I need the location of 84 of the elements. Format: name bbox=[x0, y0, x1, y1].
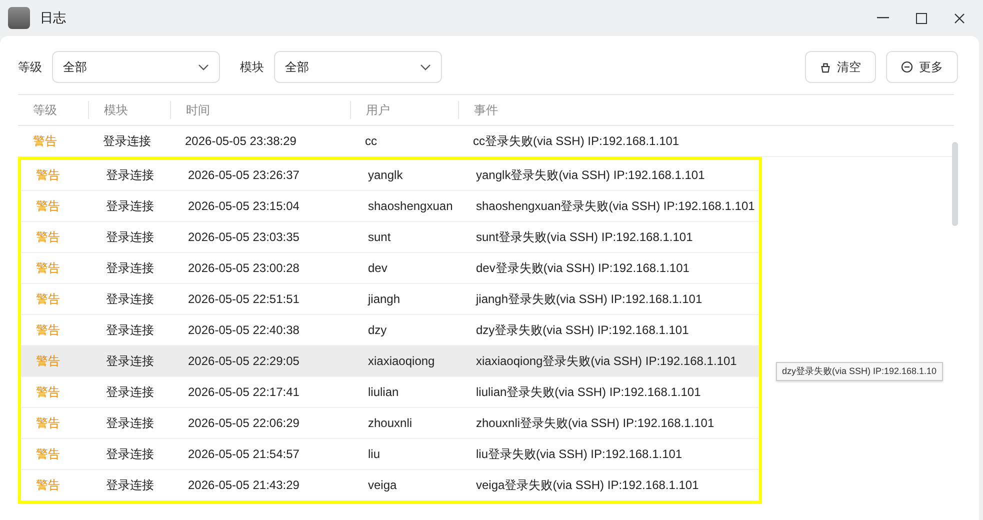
column-header: 模块 bbox=[88, 101, 170, 119]
table-cell-text: 2026-05-05 22:40:38 bbox=[187, 323, 300, 337]
app-logo-icon bbox=[8, 7, 30, 29]
table-cell-text: 警告 bbox=[35, 322, 61, 338]
table-cell-text: 警告 bbox=[35, 228, 61, 246]
table-cell-text: 2026-05-05 23:26:37 bbox=[187, 168, 300, 182]
column-header: 时间 bbox=[170, 101, 350, 119]
clear-button[interactable]: 清空 bbox=[805, 51, 876, 83]
table-cell-text: liu登录失败(via SSH) IP:192.168.1.101 bbox=[475, 446, 684, 462]
table-cell-text: liulian bbox=[367, 385, 400, 399]
table-cell-text: 登录连接 bbox=[102, 132, 152, 150]
table-cell-text: 警告 bbox=[35, 414, 61, 432]
table-cell-text: 警告 bbox=[35, 260, 61, 276]
filter-dropdown[interactable]: 全部 bbox=[274, 51, 442, 83]
chevron-down-icon bbox=[420, 64, 431, 70]
table-cell-text: 警告 bbox=[35, 476, 61, 494]
table-cell-text: sunt bbox=[367, 230, 392, 244]
scrollbar-thumb[interactable] bbox=[952, 142, 958, 226]
table-cell-text: 2026-05-05 23:38:29 bbox=[184, 134, 298, 148]
table-cell-text: 警告 bbox=[35, 384, 61, 400]
table-cell-text: dzy bbox=[367, 323, 388, 337]
chevron-down-icon bbox=[198, 64, 209, 70]
table-cell-text: 警告 bbox=[35, 166, 61, 184]
table-cell-text: zhouxnli bbox=[367, 416, 414, 430]
table-cell-text: 登录连接 bbox=[105, 198, 155, 214]
filter-label: 等级 bbox=[18, 58, 42, 76]
table-cell-text: 2026-05-05 22:06:29 bbox=[187, 416, 300, 430]
table-cell-text: zhouxnli登录失败(via SSH) IP:192.168.1.101 bbox=[475, 414, 716, 432]
table-cell-text: cc登录失败(via SSH) IP:192.168.1.101 bbox=[472, 132, 680, 150]
table-cell-text: 警告 bbox=[35, 198, 61, 214]
table-cell-text: 2026-05-05 22:29:05 bbox=[187, 354, 300, 368]
table-cell-text: shaoshengxuan bbox=[367, 199, 454, 213]
table-cell-text: liulian登录失败(via SSH) IP:192.168.1.101 bbox=[475, 384, 702, 400]
table-cell-text: 登录连接 bbox=[105, 352, 155, 370]
more-icon bbox=[901, 61, 913, 73]
table-cell-text: 2026-05-05 22:51:51 bbox=[187, 292, 300, 306]
table-cell-text: cc bbox=[364, 134, 378, 148]
close-icon bbox=[954, 12, 964, 24]
table-cell-text: 登录连接 bbox=[105, 446, 155, 462]
table-cell-text: jiangh bbox=[366, 292, 402, 306]
table-cell-text: jiangh登录失败(via SSH) IP:192.168.1.101 bbox=[474, 290, 704, 308]
table-cell-text: 登录连接 bbox=[105, 414, 155, 432]
table-row[interactable]: 警告 登录连接 2026-05-05 22:29:05 xiaxiaoqiong xiaxiaoqiong登录失败(via SSH) IP:192.168.1.101 bbox=[21, 346, 759, 377]
table-cell-text: 登录连接 bbox=[105, 384, 155, 400]
table-cell-text: 登录连接 bbox=[105, 476, 155, 494]
column-header: 等级 bbox=[32, 102, 58, 119]
maximize-button[interactable] bbox=[913, 10, 929, 26]
table-cell-text: 2026-05-05 21:43:29 bbox=[187, 478, 300, 492]
table-cell-text: 警告 bbox=[32, 132, 58, 150]
minimize-icon bbox=[877, 17, 889, 19]
table-cell-text: dev登录失败(via SSH) IP:192.168.1.101 bbox=[475, 260, 690, 276]
table-cell-text: 2026-05-05 23:03:35 bbox=[187, 230, 300, 244]
table-cell-text: 登录连接 bbox=[105, 290, 155, 308]
table-cell-text: veiga bbox=[367, 478, 398, 492]
maximize-icon bbox=[916, 12, 926, 24]
table-cell-text: 登录连接 bbox=[105, 260, 155, 276]
table-cell-text: xiaxiaoqiong登录失败(via SSH) IP:192.168.1.101 bbox=[475, 352, 738, 370]
table-cell-text: 2026-05-05 23:00:28 bbox=[187, 261, 300, 275]
table-cell-text: liu bbox=[367, 447, 382, 461]
tooltip: dzy登录失败(via SSH) IP:192.168.1.10 bbox=[776, 362, 943, 381]
column-header: 用户 bbox=[350, 101, 458, 119]
table-cell-text: shaoshengxuan登录失败(via SSH) IP:192.168.1.101 bbox=[475, 198, 756, 214]
table-cell-text: dev bbox=[367, 261, 388, 275]
table-cell-text: 2026-05-05 21:54:57 bbox=[187, 447, 300, 461]
table-cell-text: yanglk bbox=[367, 168, 404, 182]
column-header: 事件 bbox=[458, 101, 954, 119]
table-cell-text: 警告 bbox=[35, 446, 61, 462]
table-cell-text: 登录连接 bbox=[105, 322, 155, 338]
filter-dropdown[interactable]: 全部 bbox=[52, 51, 220, 83]
table-cell-text: yanglk登录失败(via SSH) IP:192.168.1.101 bbox=[475, 166, 706, 184]
table-cell-text: 2026-05-05 22:17:41 bbox=[187, 385, 300, 399]
table-cell-text: dzy登录失败(via SSH) IP:192.168.1.101 bbox=[475, 322, 690, 338]
table-cell-text: 2026-05-05 23:15:04 bbox=[187, 199, 300, 213]
more-button[interactable]: 更多 bbox=[886, 51, 958, 83]
table-cell-text: 登录连接 bbox=[105, 166, 155, 184]
basket-icon bbox=[820, 62, 831, 72]
table-cell-text: veiga登录失败(via SSH) IP:192.168.1.101 bbox=[475, 476, 700, 494]
table-cell-text: 登录连接 bbox=[105, 228, 155, 246]
table-cell-text: 警告 bbox=[35, 352, 61, 370]
filter-label: 模块 bbox=[240, 58, 264, 76]
table-cell-text: sunt登录失败(via SSH) IP:192.168.1.101 bbox=[475, 228, 694, 246]
table-cell-text: 警告 bbox=[35, 290, 61, 308]
window-title: 日志 bbox=[40, 9, 66, 27]
table-cell-text: xiaxiaoqiong bbox=[367, 354, 436, 368]
